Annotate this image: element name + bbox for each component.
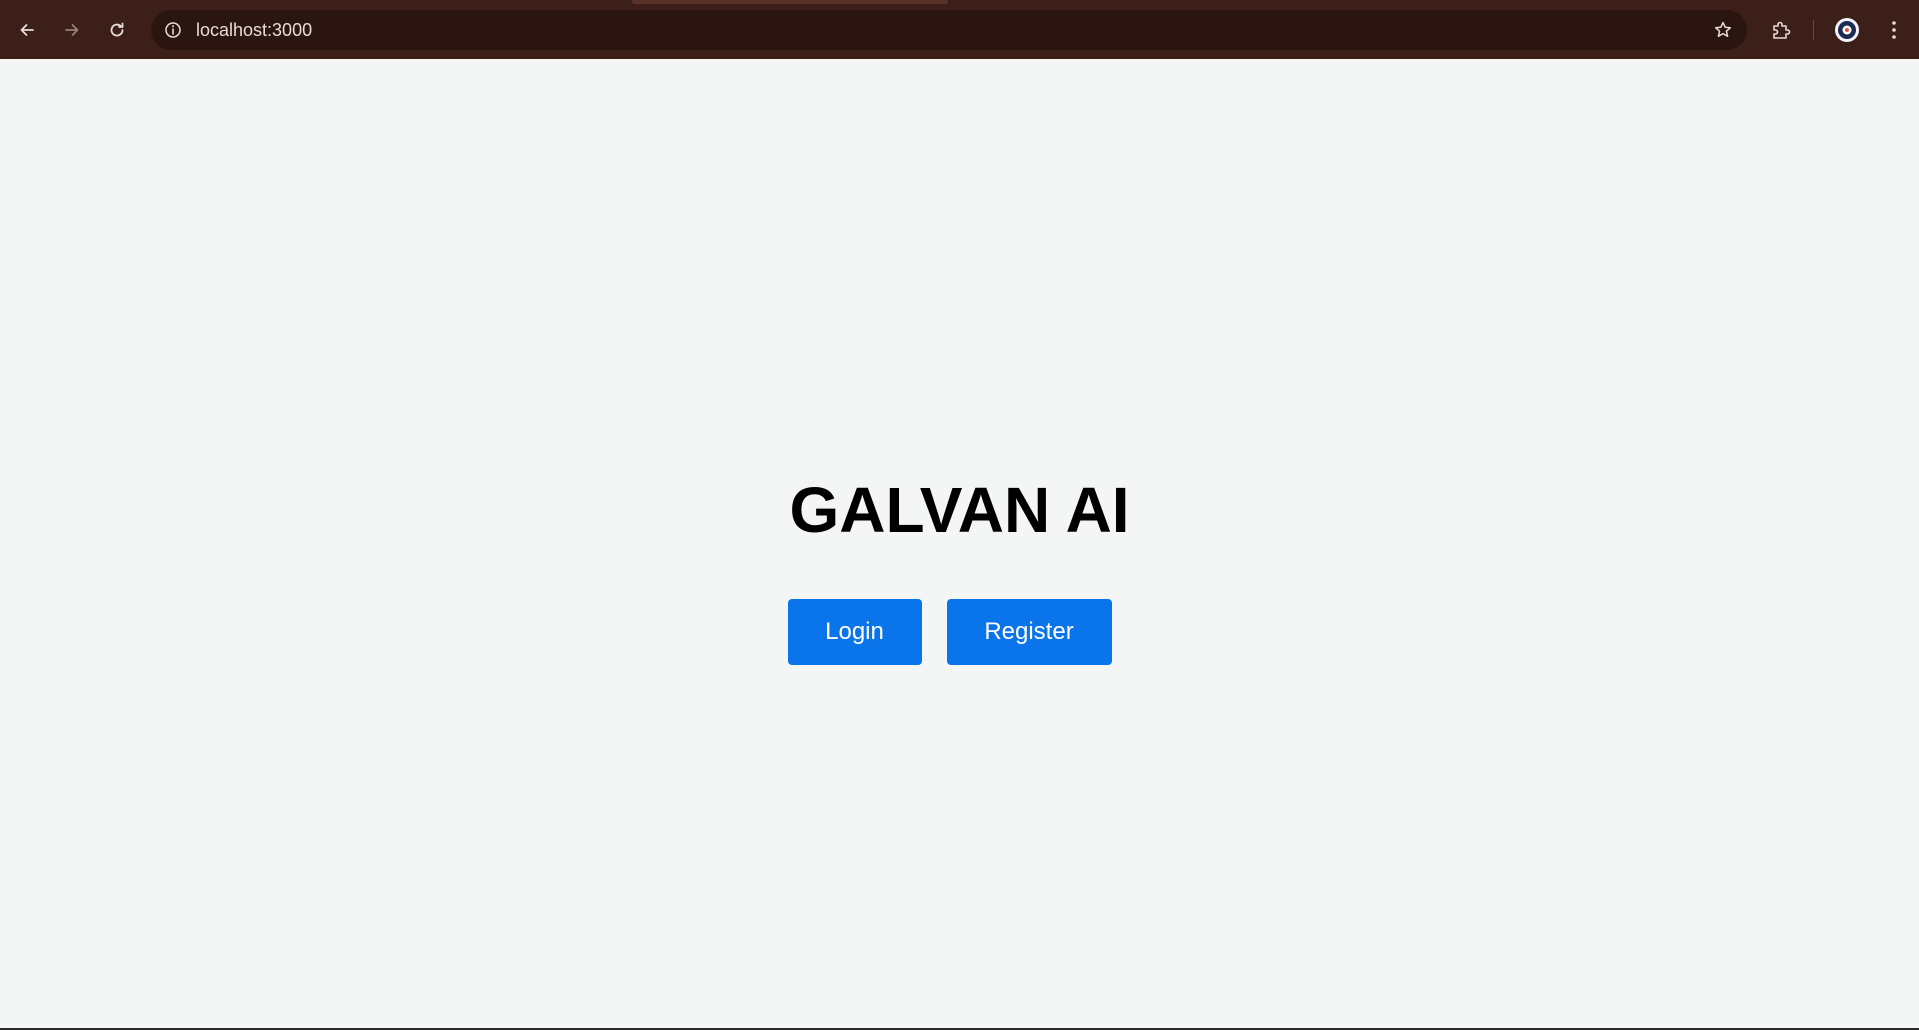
login-button[interactable]: Login [787,599,922,665]
profile-button[interactable] [1830,13,1864,47]
kebab-menu-icon [1892,21,1896,39]
auth-button-group: Login Register [0,599,1919,665]
forward-button[interactable] [56,14,88,46]
page-content: GALVAN AI Login Register [0,59,1919,1030]
bookmark-button[interactable] [1709,16,1737,44]
address-bar[interactable]: localhost:3000 [151,10,1747,50]
star-icon [1714,21,1732,38]
browser-toolbar: localhost:3000 [0,0,1919,59]
page-title: GALVAN AI [789,474,1130,546]
arrow-left-icon [20,24,34,36]
back-button[interactable] [11,14,43,46]
register-button[interactable]: Register [946,599,1112,665]
site-info-button[interactable] [161,18,185,42]
active-tab-indicator [632,0,948,4]
extensions-button[interactable] [1764,13,1798,47]
browser-menu-button[interactable] [1877,13,1911,47]
reload-icon [110,22,124,37]
reload-button[interactable] [101,14,133,46]
toolbar-divider [1813,20,1814,40]
arrow-right-icon [65,24,79,36]
url-text[interactable]: localhost:3000 [196,10,312,50]
profile-avatar-icon [1835,18,1859,42]
puzzle-icon [1773,21,1791,39]
info-icon [165,22,181,38]
